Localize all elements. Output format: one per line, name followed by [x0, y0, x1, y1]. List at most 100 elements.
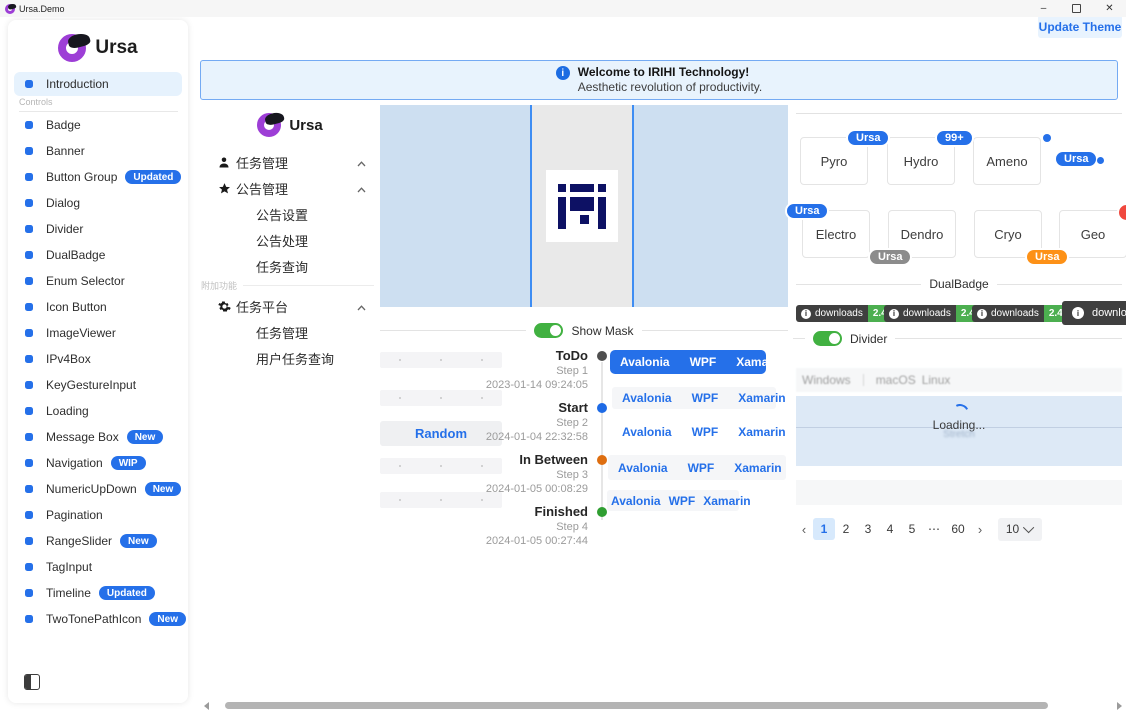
bullet-icon: [25, 485, 33, 493]
group-button[interactable]: WPF: [682, 391, 729, 405]
sidebar-item-introduction[interactable]: Introduction: [14, 72, 182, 96]
timeline-item: Start Step 2 2024-01-04 22:32:58: [455, 400, 607, 452]
close-button[interactable]: ✕: [1093, 0, 1126, 17]
page-button[interactable]: 1: [813, 518, 835, 540]
sidebar-item-label: TwoTonePathIcon: [46, 612, 141, 626]
page-button[interactable]: 2: [835, 518, 857, 540]
menu-group-announcement-mgmt[interactable]: 公告管理: [200, 175, 380, 201]
restore-icon: [1072, 4, 1081, 13]
page-button[interactable]: 60: [945, 518, 971, 540]
horizontal-scrollbar[interactable]: [196, 699, 1126, 712]
sidebar-item[interactable]: RangeSlider New: [14, 528, 186, 554]
sidebar-item[interactable]: TwoTonePathIcon New: [14, 606, 186, 632]
group-button[interactable]: Xamarin: [728, 425, 795, 439]
button-group-compact: Avalonia WPF Xamarin: [607, 490, 739, 511]
viewer-gridline-left: [530, 105, 532, 307]
group-button[interactable]: Avalonia: [612, 425, 682, 439]
viewer-mask-left: [380, 105, 531, 307]
page-size-dropdown[interactable]: 10: [998, 518, 1042, 541]
next-page-icon[interactable]: ›: [971, 522, 989, 537]
sidebar-item[interactable]: Timeline Updated: [14, 580, 186, 606]
group-button[interactable]: Avalonia: [607, 494, 665, 508]
scrollbar-thumb[interactable]: [225, 702, 1048, 709]
badge-pill-count: 99+: [935, 129, 974, 147]
group-button[interactable]: WPF: [682, 425, 729, 439]
sidebar-item[interactable]: KeyGestureInput: [14, 372, 186, 398]
show-mask-toggle[interactable]: [534, 323, 563, 338]
sidebar-item[interactable]: Icon Button: [14, 294, 186, 320]
sidebar-item[interactable]: Navigation WIP: [14, 450, 186, 476]
sidebar: Ursa Introduction Controls Badge Banner …: [8, 20, 188, 703]
sidebar-item-label: RangeSlider: [46, 534, 112, 548]
sidebar-item[interactable]: Button Group Updated: [14, 164, 186, 190]
bullet-icon: [25, 173, 33, 181]
group-button[interactable]: WPF: [665, 494, 700, 508]
update-theme-button[interactable]: Update Theme: [1038, 15, 1122, 38]
ursa-logo-icon: [257, 113, 281, 137]
viewer-gridline-right: [632, 105, 634, 307]
sidebar-item[interactable]: Loading: [14, 398, 186, 424]
panel-divider: [796, 113, 1122, 114]
sidebar-item[interactable]: NumericUpDown New: [14, 476, 186, 502]
minimize-button[interactable]: –: [1027, 0, 1060, 17]
chevron-up-icon: [357, 299, 366, 314]
sidebar-item-label: ImageViewer: [46, 326, 116, 340]
empty-bar: [796, 480, 1122, 505]
image-viewer[interactable]: [380, 105, 788, 307]
bullet-icon: [25, 433, 33, 441]
show-mask-label: Show Mask: [571, 324, 633, 338]
dualbadge: idownloads 2.4k: [972, 305, 1073, 322]
timeline-dot-icon: [597, 351, 607, 361]
bullet-icon: [25, 303, 33, 311]
sidebar-item-label: Icon Button: [46, 300, 107, 314]
group-button[interactable]: Avalonia: [608, 461, 678, 475]
info-icon: i: [889, 309, 899, 319]
sidebar-item[interactable]: ImageViewer: [14, 320, 186, 346]
sidebar-nav: Badge Banner Button Group Updated Dialog: [14, 112, 186, 632]
group-button[interactable]: Xamarin: [699, 494, 754, 508]
scroll-right-icon[interactable]: [1117, 702, 1122, 710]
sidebar-item[interactable]: TagInput: [14, 554, 186, 580]
divider-label: Divider: [850, 332, 887, 346]
sidebar-item-label: KeyGestureInput: [46, 378, 136, 392]
collapse-sidebar-icon[interactable]: [24, 674, 40, 690]
group-button[interactable]: WPF: [680, 355, 727, 369]
sidebar-item-label: Message Box: [46, 430, 119, 444]
sidebar-item[interactable]: Pagination: [14, 502, 186, 528]
group-button[interactable]: Avalonia: [610, 355, 680, 369]
sidebar-item[interactable]: Badge: [14, 112, 186, 138]
page-button[interactable]: 5: [901, 518, 923, 540]
divider-toggle[interactable]: [813, 331, 842, 346]
menu-group-task-mgmt[interactable]: 任务管理: [200, 149, 380, 175]
group-button[interactable]: Xamarin: [724, 461, 791, 475]
group-button[interactable]: Xamarin: [726, 355, 793, 369]
sidebar-item[interactable]: Divider: [14, 216, 186, 242]
sidebar-item-label: Pagination: [46, 508, 103, 522]
sidebar-item[interactable]: IPv4Box: [14, 346, 186, 372]
page-button[interactable]: 3: [857, 518, 879, 540]
info-icon: i: [977, 309, 987, 319]
info-icon: i: [1072, 307, 1084, 319]
loading-blurred-label: Stretch: [796, 429, 1122, 440]
sidebar-item[interactable]: Banner: [14, 138, 186, 164]
status-badge: New: [149, 612, 186, 626]
button-group-solid: Avalonia WPF Xamarin: [610, 350, 766, 374]
page-button[interactable]: 4: [879, 518, 901, 540]
menu-group-task-platform[interactable]: 任务平台: [200, 293, 380, 319]
group-button[interactable]: WPF: [678, 461, 725, 475]
sidebar-item[interactable]: Enum Selector: [14, 268, 186, 294]
maximize-button[interactable]: [1060, 0, 1093, 17]
sidebar-item-label: Banner: [46, 144, 85, 158]
sidebar-item[interactable]: Message Box New: [14, 424, 186, 450]
demo-navigation-menu: Ursa 任务管理 公告管理 公告设置 公告处理 任务查询 附加功能 任务平台 …: [200, 105, 380, 703]
scroll-left-icon[interactable]: [204, 702, 209, 710]
group-button[interactable]: Avalonia: [612, 391, 682, 405]
chevron-up-icon: [357, 181, 366, 196]
sidebar-item[interactable]: Dialog: [14, 190, 186, 216]
button-group-borderless: Avalonia WPF Xamarin: [612, 420, 788, 444]
prev-page-icon[interactable]: ‹: [795, 522, 813, 537]
sidebar-item[interactable]: DualBadge: [14, 242, 186, 268]
group-button[interactable]: Xamarin: [728, 391, 795, 405]
bullet-icon: [25, 459, 33, 467]
bullet-icon: [25, 277, 33, 285]
